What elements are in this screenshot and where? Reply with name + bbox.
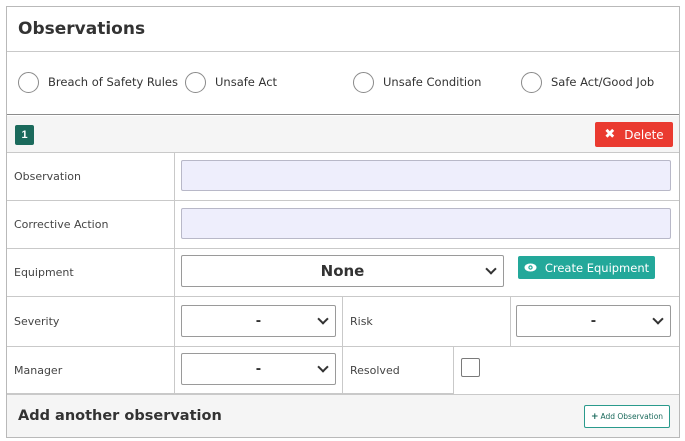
observation-field-cell <box>175 153 679 201</box>
close-icon: ✖ <box>604 127 616 142</box>
observations-panel: Observations Breach of Safety Rules Unsa… <box>6 6 680 438</box>
equipment-label: Equipment <box>7 249 175 297</box>
resolved-checkbox[interactable] <box>461 358 480 377</box>
risk-label-text: Risk <box>350 315 373 328</box>
radio-label: Breach of Safety Rules <box>48 75 178 89</box>
observation-label-text: Observation <box>14 170 81 183</box>
severity-label-text: Severity <box>14 315 60 328</box>
chevron-down-icon <box>652 313 664 325</box>
severity-field-cell: - <box>175 297 343 347</box>
manager-label-text: Manager <box>14 363 63 377</box>
radio-circle[interactable] <box>185 71 206 93</box>
resolved-label-text: Resolved <box>350 363 400 377</box>
equipment-label-text: Equipment <box>14 266 74 279</box>
observation-type-group: Breach of Safety Rules Unsafe Act Unsafe… <box>7 53 679 115</box>
radio-label: Unsafe Act <box>215 75 278 89</box>
plus-icon: + <box>590 411 599 422</box>
radio-label: Unsafe Condition <box>383 75 482 89</box>
eye-icon <box>524 263 537 272</box>
corrective-action-field-cell <box>175 201 679 249</box>
manager-selected-value: - <box>255 361 262 377</box>
add-observation-button[interactable]: + Add Observation <box>584 405 670 428</box>
manager-field-cell: - <box>175 347 343 394</box>
add-observation-footer: Add another observation + Add Observatio… <box>7 394 679 437</box>
panel-header: Observations <box>7 7 679 52</box>
severity-label: Severity <box>7 297 175 347</box>
severity-select[interactable]: - <box>181 305 336 337</box>
corrective-action-label: Corrective Action <box>7 201 175 249</box>
add-another-title: Add another observation <box>18 408 222 424</box>
chevron-down-icon <box>485 263 497 275</box>
equipment-selected-value: None <box>320 262 365 280</box>
add-observation-label: Add Observation <box>600 412 664 421</box>
risk-field-cell: - <box>511 297 679 347</box>
radio-safe-act-good-job[interactable]: Safe Act/Good Job <box>521 71 654 93</box>
corrective-action-label-text: Corrective Action <box>14 218 109 231</box>
radio-breach-of-safety-rules[interactable]: Breach of Safety Rules <box>18 71 178 93</box>
observation-header: 1 ✖ Delete <box>7 116 679 153</box>
corrective-action-input[interactable] <box>181 208 671 239</box>
create-equipment-label: Create Equipment <box>544 260 650 275</box>
panel-title: Observations <box>18 19 146 39</box>
observation-input[interactable] <box>181 160 671 191</box>
equipment-select[interactable]: None <box>181 255 504 287</box>
radio-circle[interactable] <box>521 71 542 93</box>
radio-circle[interactable] <box>18 71 39 93</box>
manager-label: Manager <box>7 347 175 394</box>
risk-label: Risk <box>343 297 511 347</box>
chevron-down-icon <box>317 361 329 373</box>
chevron-down-icon <box>317 313 329 325</box>
delete-button[interactable]: ✖ Delete <box>595 122 673 147</box>
risk-selected-value: - <box>590 313 597 329</box>
delete-label: Delete <box>624 127 664 142</box>
radio-unsafe-condition[interactable]: Unsafe Condition <box>353 71 481 93</box>
severity-selected-value: - <box>255 313 262 329</box>
observation-label: Observation <box>7 153 175 201</box>
observation-number-badge: 1 <box>15 125 34 145</box>
create-equipment-button[interactable]: Create Equipment <box>518 256 655 279</box>
radio-unsafe-act[interactable]: Unsafe Act <box>185 71 277 93</box>
manager-select[interactable]: - <box>181 353 336 385</box>
risk-select[interactable]: - <box>516 305 671 337</box>
radio-label: Safe Act/Good Job <box>551 75 655 89</box>
radio-circle[interactable] <box>353 71 374 93</box>
resolved-label: Resolved <box>343 347 454 394</box>
